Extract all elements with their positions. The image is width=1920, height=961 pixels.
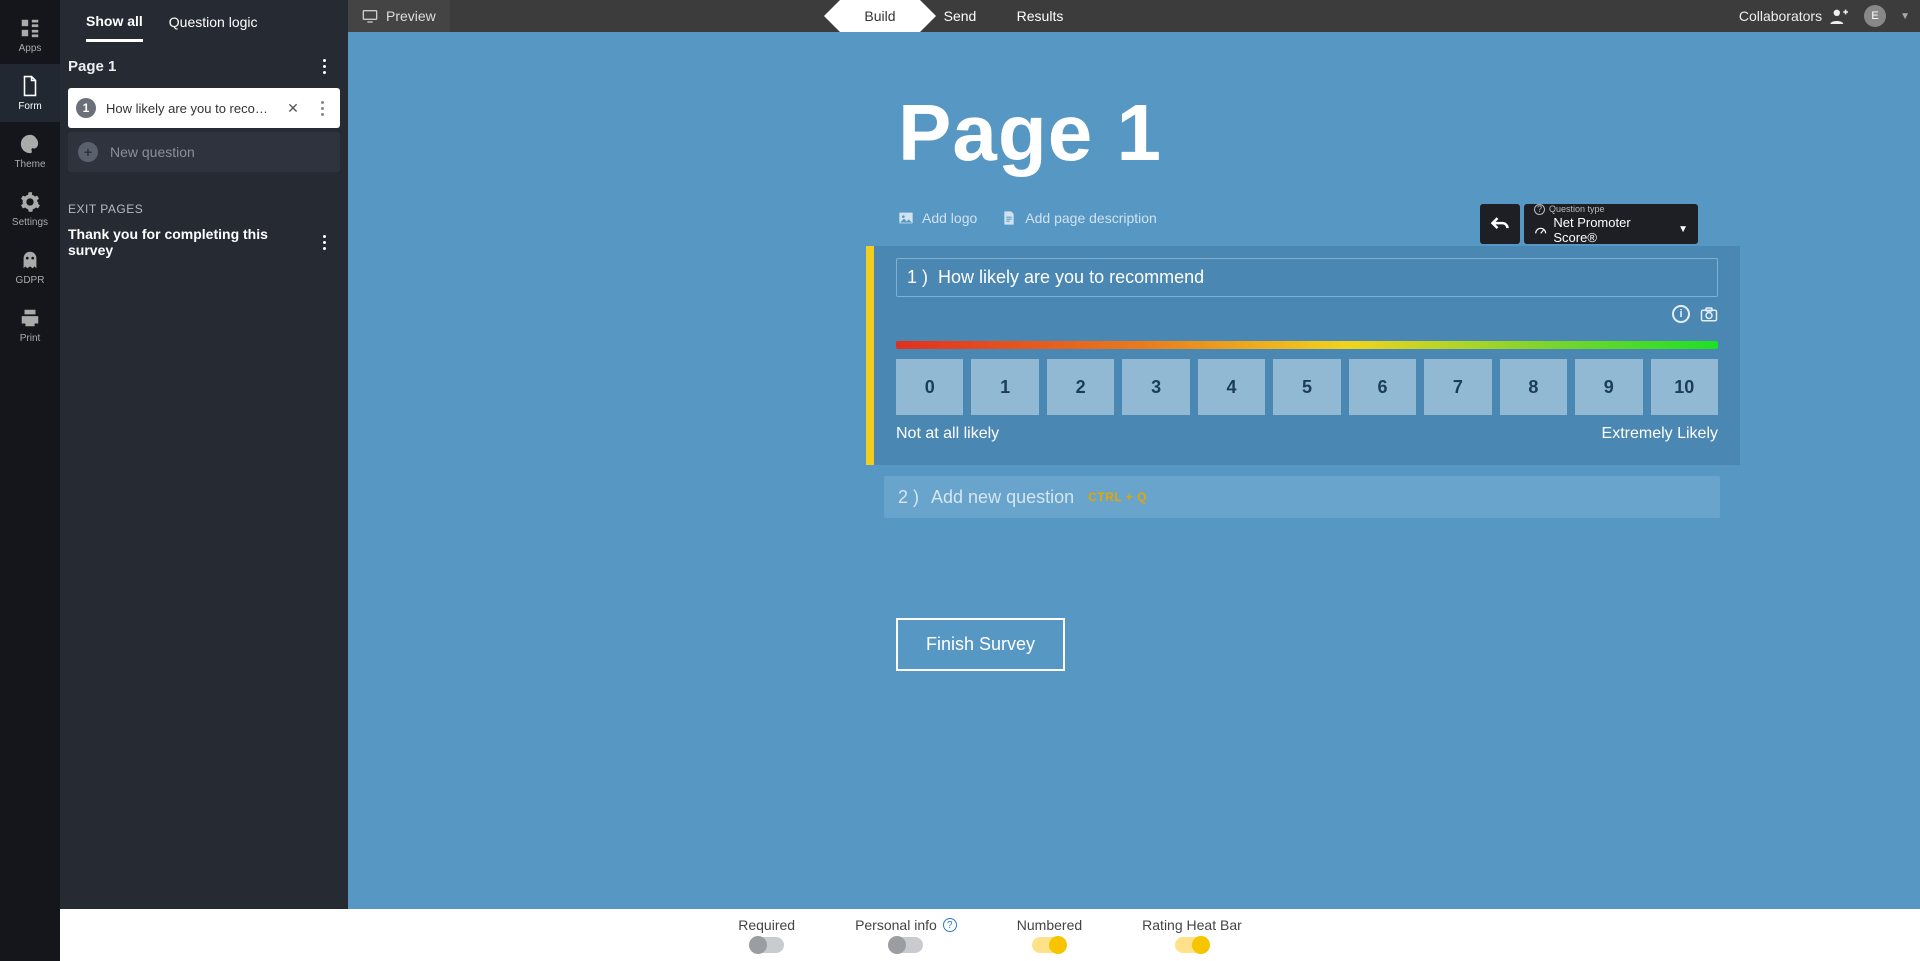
nps-cell-3[interactable]: 3	[1122, 359, 1189, 415]
add-question-number: 2 )	[898, 487, 919, 508]
user-avatar[interactable]: E	[1864, 5, 1886, 27]
help-icon[interactable]: ?	[943, 918, 957, 932]
nps-cell-7[interactable]: 7	[1424, 359, 1491, 415]
opt-heatbar-label: Rating Heat Bar	[1142, 917, 1242, 933]
exit-page-item[interactable]: Thank you for completing this survey	[68, 226, 314, 258]
opt-required-toggle[interactable]	[750, 937, 784, 953]
question-type-dropdown[interactable]: Question type Net Promoter Score® ▼	[1524, 204, 1698, 244]
nps-cell-9[interactable]: 9	[1575, 359, 1642, 415]
nps-cell-4[interactable]: 4	[1198, 359, 1265, 415]
rail-apps-label: Apps	[19, 43, 42, 54]
stage-build[interactable]: Build	[840, 0, 920, 32]
opt-heatbar-toggle[interactable]	[1175, 937, 1209, 953]
canvas: Page 1 Add logo Add page description Que…	[348, 32, 1920, 909]
collaborators-icon	[1830, 8, 1850, 24]
print-icon	[19, 307, 41, 329]
nps-scale: 0 1 2 3 4 5 6 7 8 9 10	[896, 359, 1718, 415]
apps-icon	[19, 17, 41, 39]
question-remove-button[interactable]: ✕	[284, 100, 302, 117]
nps-cell-5[interactable]: 5	[1273, 359, 1340, 415]
page-title[interactable]: Page 1	[898, 87, 1162, 179]
nps-anchor-high[interactable]: Extremely Likely	[1602, 425, 1718, 443]
collaborators-button[interactable]: Collaborators	[1739, 8, 1850, 24]
avatar-initial: E	[1871, 10, 1878, 22]
finish-survey-button[interactable]: Finish Survey	[896, 618, 1065, 671]
add-logo-button[interactable]: Add logo	[898, 210, 977, 226]
tab-show-all[interactable]: Show all	[86, 13, 143, 42]
preview-label: Preview	[386, 8, 436, 24]
rail-settings[interactable]: Settings	[0, 180, 60, 238]
stage-send-label: Send	[944, 8, 977, 24]
rating-heat-bar	[896, 341, 1718, 349]
opt-personal-label: Personal info	[855, 917, 937, 933]
nps-cell-1[interactable]: 1	[971, 359, 1038, 415]
collaborators-label: Collaborators	[1739, 8, 1822, 24]
camera-icon[interactable]	[1700, 305, 1718, 323]
plus-icon: +	[78, 142, 98, 162]
nav-rail: Apps Form Theme Settings GDPR Print	[0, 0, 60, 961]
exit-pages-heading: EXIT PAGES	[60, 176, 348, 222]
question-number-badge: 1	[76, 98, 96, 118]
page-title-sidebar: Page 1	[68, 58, 116, 75]
gauge-icon	[1534, 223, 1547, 237]
question-type-label: Question type	[1534, 204, 1688, 215]
question-options-footer: Required Personal info? Numbered Rating …	[60, 909, 1920, 961]
add-question-hint: CTRL + Q	[1088, 490, 1147, 504]
sidebar: Show all Question logic Page 1 1 How lik…	[60, 0, 348, 961]
exit-page-menu-button[interactable]	[314, 232, 334, 252]
nps-cell-2[interactable]: 2	[1047, 359, 1114, 415]
gear-icon	[19, 191, 41, 213]
question-list-item[interactable]: 1 How likely are you to recommen ✕	[68, 88, 340, 128]
opt-required-label: Required	[738, 917, 795, 933]
stage-build-label: Build	[864, 8, 895, 24]
rail-theme[interactable]: Theme	[0, 122, 60, 180]
opt-numbered-toggle[interactable]	[1032, 937, 1066, 953]
rail-print-label: Print	[20, 333, 41, 344]
nps-cell-6[interactable]: 6	[1349, 359, 1416, 415]
rail-form[interactable]: Form	[0, 64, 60, 122]
nps-anchor-low[interactable]: Not at all likely	[896, 425, 999, 443]
rail-form-label: Form	[18, 101, 41, 112]
rail-settings-label: Settings	[12, 217, 48, 228]
nps-cell-8[interactable]: 8	[1500, 359, 1567, 415]
user-menu-caret-icon[interactable]: ▼	[1900, 11, 1910, 22]
rail-gdpr-label: GDPR	[16, 275, 45, 286]
add-description-button[interactable]: Add page description	[1001, 210, 1157, 226]
device-icon	[362, 9, 378, 23]
question-info-button[interactable]: i	[1672, 305, 1690, 323]
tab-question-logic[interactable]: Question logic	[169, 14, 258, 40]
add-logo-label: Add logo	[922, 210, 977, 226]
form-icon	[19, 75, 41, 97]
nps-cell-0[interactable]: 0	[896, 359, 963, 415]
undo-button[interactable]	[1480, 204, 1520, 244]
image-icon	[898, 210, 914, 226]
question-list-text: How likely are you to recommen	[106, 101, 274, 116]
page-menu-button[interactable]	[314, 56, 334, 76]
rail-theme-label: Theme	[14, 159, 45, 170]
chevron-down-icon: ▼	[1678, 224, 1688, 235]
question-type-value: Net Promoter Score®	[1553, 215, 1672, 245]
new-question-button[interactable]: + New question	[68, 132, 340, 172]
new-question-label: New question	[110, 144, 195, 160]
opt-personal-toggle[interactable]	[889, 937, 923, 953]
add-question-row[interactable]: 2 ) Add new question CTRL + Q	[884, 476, 1720, 518]
nps-cell-10[interactable]: 10	[1651, 359, 1718, 415]
question-block: i 0 1 2 3 4 5 6 7 8 9 10 Not at all like…	[866, 246, 1740, 465]
opt-numbered-label: Numbered	[1017, 917, 1082, 933]
rail-print[interactable]: Print	[0, 296, 60, 354]
document-icon	[1001, 210, 1017, 226]
ghost-icon	[19, 249, 41, 271]
rail-gdpr[interactable]: GDPR	[0, 238, 60, 296]
undo-icon	[1490, 214, 1510, 234]
question-text-input[interactable]	[896, 258, 1718, 297]
stage-results-label: Results	[1017, 8, 1064, 24]
preview-button[interactable]: Preview	[348, 0, 450, 32]
rail-apps[interactable]: Apps	[0, 6, 60, 64]
add-question-label: Add new question	[931, 487, 1074, 508]
palette-icon	[19, 133, 41, 155]
add-description-label: Add page description	[1025, 210, 1157, 226]
question-menu-button[interactable]	[312, 98, 332, 118]
